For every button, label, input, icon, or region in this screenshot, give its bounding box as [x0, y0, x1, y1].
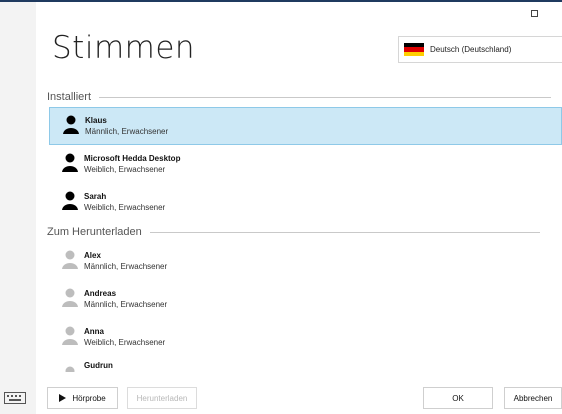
voice-name: Anna: [84, 327, 104, 336]
section-installed: Installiert: [47, 91, 552, 103]
keyboard-icon[interactable]: [4, 392, 26, 404]
section-divider: [99, 96, 552, 98]
section-divider: [149, 231, 540, 233]
download-label: Herunterladen: [136, 393, 188, 403]
person-icon: [62, 250, 78, 269]
download-button[interactable]: Herunterladen: [127, 387, 197, 409]
left-strip: [0, 2, 36, 414]
voice-item-sarah[interactable]: Sarah Weiblich, Erwachsener: [49, 184, 562, 222]
person-icon: [63, 115, 79, 134]
cancel-button[interactable]: Abbrechen: [504, 387, 562, 409]
voice-item-alex[interactable]: Alex Männlich, Erwachsener: [49, 243, 562, 281]
section-download: Zum Herunterladen: [47, 226, 540, 238]
language-select[interactable]: Deutsch (Deutschland): [398, 36, 562, 63]
section-download-label: Zum Herunterladen: [47, 226, 142, 238]
voice-item-gudrun[interactable]: Gudrun: [49, 356, 562, 372]
germany-flag-icon: [404, 43, 424, 56]
ok-label: OK: [452, 393, 464, 403]
voice-desc: Weiblich, Erwachsener: [84, 203, 166, 212]
person-icon: [62, 326, 78, 345]
maximize-icon[interactable]: [531, 10, 538, 17]
voice-item-andreas[interactable]: Andreas Männlich, Erwachsener: [49, 281, 562, 319]
preview-label: Hörprobe: [72, 393, 106, 403]
window-top-border: [0, 0, 562, 2]
voice-desc: Männlich, Erwachsener: [84, 262, 168, 271]
voice-desc: Weiblich, Erwachsener: [84, 165, 166, 174]
person-icon: [62, 191, 78, 210]
voice-item-klaus[interactable]: Klaus Männlich, Erwachsener: [49, 107, 562, 145]
voice-name: Microsoft Hedda Desktop: [84, 154, 181, 163]
preview-button[interactable]: Hörprobe: [47, 387, 118, 409]
voice-desc: Männlich, Erwachsener: [84, 300, 168, 309]
page-title: Stimmen: [52, 30, 196, 66]
voice-name: Gudrun: [84, 361, 113, 370]
voice-name: Alex: [84, 251, 101, 260]
voice-name: Sarah: [84, 192, 107, 201]
voice-item-anna[interactable]: Anna Weiblich, Erwachsener: [49, 319, 562, 357]
person-icon: [62, 153, 78, 172]
person-icon: [62, 288, 78, 307]
voice-item-hedda[interactable]: Microsoft Hedda Desktop Weiblich, Erwach…: [49, 146, 562, 184]
play-icon: [59, 394, 67, 402]
language-select-value: Deutsch (Deutschland): [430, 45, 512, 54]
person-icon: [65, 366, 75, 372]
voice-name: Klaus: [85, 116, 107, 125]
ok-button[interactable]: OK: [423, 387, 493, 409]
cancel-label: Abbrechen: [513, 393, 553, 403]
section-installed-label: Installiert: [47, 91, 92, 103]
voice-name: Andreas: [84, 289, 117, 298]
voice-desc: Männlich, Erwachsener: [85, 127, 169, 136]
voice-desc: Weiblich, Erwachsener: [84, 338, 166, 347]
